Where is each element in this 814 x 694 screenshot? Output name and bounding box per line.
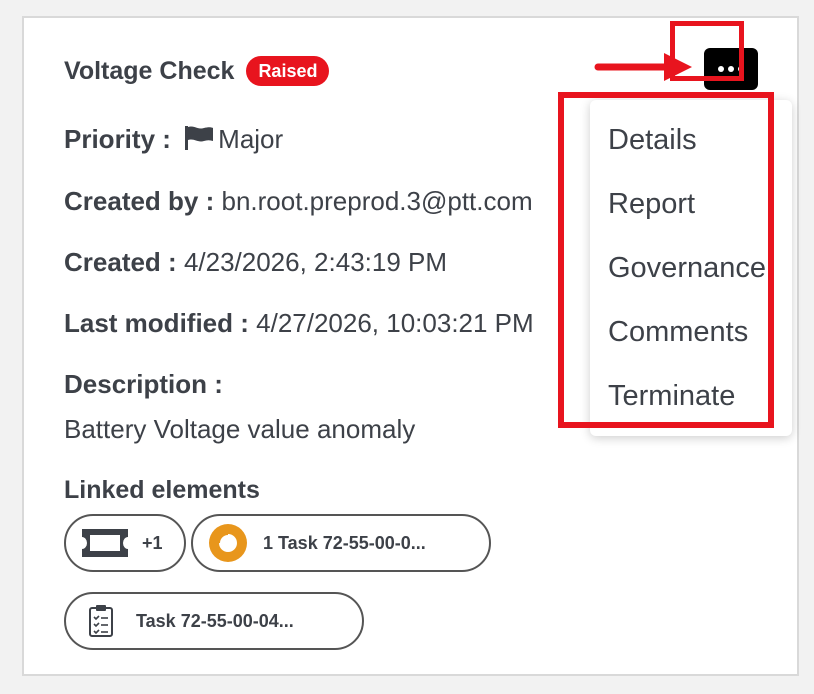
created-by-value: bn.root.preprod.3@ptt.com [221,186,533,216]
linked-elements-label: Linked elements [64,476,260,504]
created-field: Created : 4/23/2026, 2:43:19 PM [64,247,447,278]
highlight-box-menu [558,92,774,428]
ticket-icon [78,525,132,561]
card-title: Voltage Check [64,56,235,85]
last-modified-field: Last modified : 4/27/2026, 10:03:21 PM [64,308,534,339]
status-badge: Raised [246,56,330,86]
priority-value: Major [218,124,284,154]
flag-icon [184,125,214,158]
last-modified-label: Last modified : [64,308,249,338]
title-row: Voltage Check Raised [64,56,330,86]
clipboard-checklist-icon [88,604,114,638]
linked-chip-ticket[interactable]: +1 [64,514,186,572]
chip-text: 1 Task 72-55-00-0... [263,532,426,553]
last-modified-value: 4/27/2026, 10:03:21 PM [256,308,534,338]
created-by-field: Created by : bn.root.preprod.3@ptt.com [64,186,533,217]
created-label: Created : [64,247,177,277]
priority-field: Priority : Major [64,124,283,158]
created-value: 4/23/2026, 2:43:19 PM [183,247,448,277]
linked-chip-task[interactable]: Task 72-55-00-04... [64,592,364,650]
created-by-label: Created by : [64,186,215,216]
description-value: Battery Voltage value anomaly [64,414,416,444]
chip-text: +1 [142,532,163,553]
linked-chip-task-group[interactable]: 1 Task 72-55-00-0... [191,514,491,572]
description-field: Description : [64,369,223,400]
chip-text: Task 72-55-00-04... [136,610,294,631]
description-label: Description : [64,369,223,399]
red-arrow-annotation [594,53,692,81]
progress-ring-icon [209,524,247,562]
priority-label: Priority : [64,124,171,154]
